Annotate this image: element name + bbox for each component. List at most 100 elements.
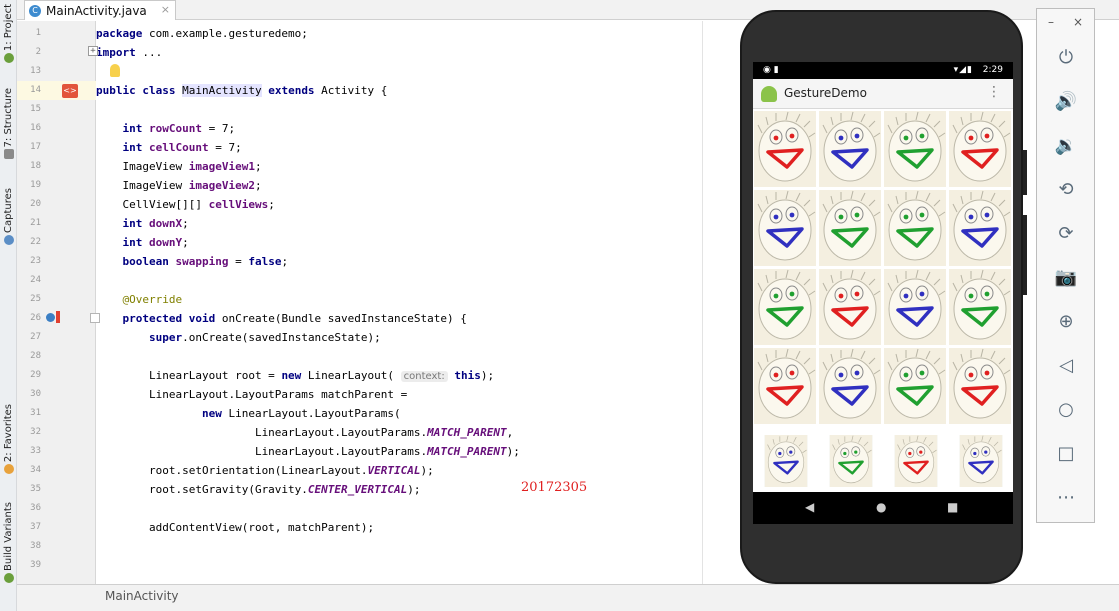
code-token: CellView[][] — [96, 198, 209, 211]
face-cell[interactable] — [884, 190, 946, 266]
face-cell[interactable] — [819, 111, 881, 187]
tab-mainactivity-java[interactable]: C MainActivity.java × — [24, 0, 176, 20]
face-cell[interactable] — [949, 348, 1011, 424]
line-number: 37 — [30, 522, 41, 532]
code-line[interactable]: ImageView imageView2; — [96, 176, 261, 195]
code-line[interactable]: int cellCount = 7; — [96, 138, 242, 157]
fold-toggle-icon[interactable]: + — [88, 46, 98, 56]
face-cell[interactable] — [819, 348, 881, 424]
code-line[interactable]: import ... — [96, 43, 162, 62]
favorites-tab-label: 2: Favorites — [3, 404, 14, 463]
code-token: root.setOrientation(LinearLayout. — [96, 464, 368, 477]
face-drawing — [884, 348, 946, 424]
code-token: , — [506, 426, 514, 439]
emulator-screen[interactable]: ◉ ▮ ▾◢▮ 2:29 GestureDemo ⋮ ◀ ● ■ — [753, 62, 1013, 524]
code-token: int — [122, 236, 143, 249]
code-token: LinearLayout.LayoutParams( — [221, 407, 401, 420]
code-line[interactable]: new LinearLayout.LayoutParams( — [96, 404, 401, 423]
code-token: package — [96, 27, 143, 40]
app-action-bar: GestureDemo ⋮ — [753, 79, 1013, 109]
camera-icon[interactable]: 📷 — [1052, 263, 1080, 291]
power-icon[interactable]: ⏻ — [1052, 43, 1080, 71]
lightbulb-icon[interactable] — [110, 64, 120, 77]
zoom-icon[interactable]: ⊕ — [1052, 307, 1080, 335]
code-line[interactable]: addContentView(root, matchParent); — [96, 518, 374, 537]
code-token: int — [122, 141, 143, 154]
override-arrow-icon[interactable] — [56, 311, 60, 323]
code-line[interactable]: LinearLayout.LayoutParams.MATCH_PARENT); — [96, 442, 520, 461]
code-token: boolean — [122, 255, 169, 268]
face-cell[interactable] — [754, 190, 816, 266]
face-cell[interactable] — [819, 190, 881, 266]
code-line[interactable]: int rowCount = 7; — [96, 119, 236, 138]
code-token: com.example.gesturedemo; — [142, 27, 308, 40]
face-cell[interactable] — [949, 190, 1011, 266]
rotate-left-icon[interactable]: ⟲ — [1052, 175, 1080, 203]
line-number: 17 — [30, 142, 41, 152]
overflow-menu-icon[interactable]: ⋮ — [987, 84, 1001, 100]
overview-icon[interactable]: □ — [1052, 439, 1080, 467]
line-number: 36 — [30, 503, 41, 513]
code-line[interactable]: CellView[][] cellViews; — [96, 195, 274, 214]
code-line[interactable]: public class MainActivity extends Activi… — [96, 81, 387, 100]
face-grid[interactable] — [753, 109, 1013, 492]
code-line[interactable]: LinearLayout.LayoutParams matchParent = — [96, 385, 407, 404]
breadcrumb[interactable]: MainActivity — [105, 589, 179, 603]
face-cell[interactable] — [959, 435, 1003, 487]
close-icon[interactable]: × — [161, 3, 170, 16]
nav-recents-icon[interactable]: ■ — [947, 500, 958, 514]
override-marker-icon[interactable] — [46, 313, 55, 322]
code-token: ImageView — [96, 179, 189, 192]
nav-home-icon[interactable]: ● — [876, 500, 886, 514]
back-icon[interactable]: ◁ — [1052, 351, 1080, 379]
code-line[interactable]: package com.example.gesturedemo; — [96, 24, 308, 43]
face-cell[interactable] — [949, 269, 1011, 345]
face-cell[interactable] — [884, 269, 946, 345]
code-line[interactable]: @Override — [96, 290, 183, 309]
code-line[interactable]: root.setGravity(Gravity.CENTER_VERTICAL)… — [96, 480, 421, 499]
volume-up-icon[interactable]: 🔊 — [1052, 87, 1080, 115]
nav-back-icon[interactable]: ◀ — [805, 500, 814, 514]
layout-preview-icon[interactable]: <> — [62, 84, 78, 98]
minimize-button[interactable]: – — [1048, 15, 1054, 29]
code-line[interactable]: protected void onCreate(Bundle savedInst… — [96, 309, 467, 328]
code-token: int — [122, 217, 143, 230]
face-cell[interactable] — [764, 435, 808, 487]
face-cell[interactable] — [754, 269, 816, 345]
code-line[interactable]: LinearLayout.LayoutParams.MATCH_PARENT, — [96, 423, 513, 442]
face-cell[interactable] — [884, 348, 946, 424]
structure-icon — [3, 149, 14, 160]
face-cell[interactable] — [884, 111, 946, 187]
code-token: = 7; — [201, 122, 236, 135]
face-cell[interactable] — [829, 435, 873, 487]
volume-down-icon[interactable]: 🔉 — [1052, 131, 1080, 159]
build-variants-tool-tab[interactable]: Build Variants — [0, 502, 17, 585]
code-line[interactable]: LinearLayout root = new LinearLayout( co… — [96, 366, 494, 385]
code-line[interactable]: boolean swapping = false; — [96, 252, 289, 271]
face-cell[interactable] — [754, 111, 816, 187]
code-line[interactable]: ImageView imageView1; — [96, 157, 261, 176]
code-line[interactable]: root.setOrientation(LinearLayout.VERTICA… — [96, 461, 434, 480]
fold-toggle-icon[interactable] — [90, 313, 100, 323]
favorites-tool-tab[interactable]: 2: Favorites — [0, 404, 17, 476]
rotate-right-icon[interactable]: ⟳ — [1052, 219, 1080, 247]
right-margin-guide — [702, 21, 703, 584]
watermark-text: 20172305 — [521, 480, 588, 495]
face-cell[interactable] — [754, 348, 816, 424]
face-drawing — [754, 269, 816, 345]
face-cell[interactable] — [949, 111, 1011, 187]
code-token: root.setGravity(Gravity. — [96, 483, 308, 496]
project-tool-tab[interactable]: 1: Project — [0, 4, 17, 65]
structure-tool-tab[interactable]: 7: Structure — [0, 88, 17, 161]
code-line[interactable]: super.onCreate(savedInstanceState); — [96, 328, 381, 347]
face-cell[interactable] — [894, 435, 938, 487]
more-icon[interactable]: ⋯ — [1052, 483, 1080, 511]
code-line[interactable]: int downX; — [96, 214, 189, 233]
captures-tool-tab[interactable]: Captures — [0, 188, 17, 247]
code-token: this — [454, 369, 481, 382]
face-cell[interactable] — [819, 269, 881, 345]
code-line[interactable]: int downY; — [96, 233, 189, 252]
home-icon[interactable]: ○ — [1052, 395, 1080, 423]
close-button[interactable]: × — [1073, 15, 1083, 29]
